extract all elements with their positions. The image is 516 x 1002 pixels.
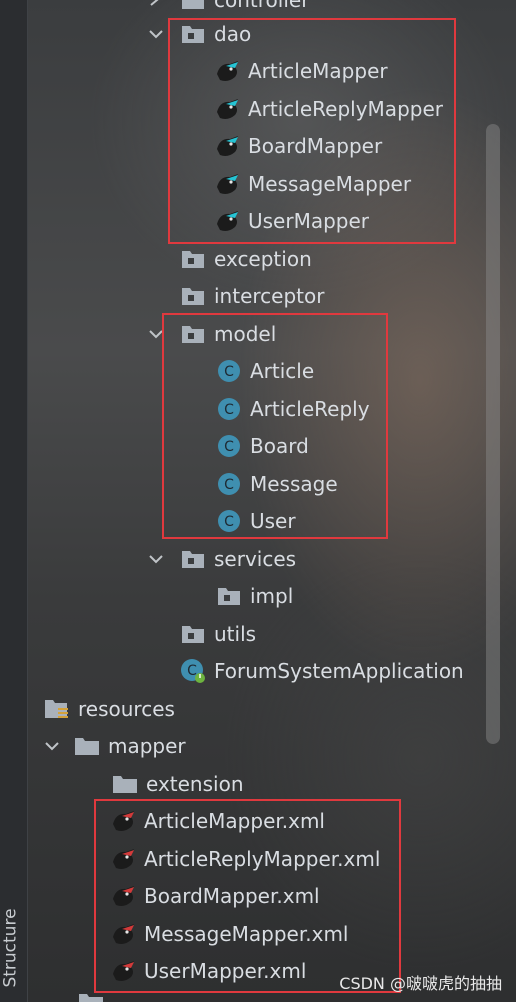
folder-icon bbox=[216, 583, 242, 609]
tree-item-label: BoardMapper bbox=[248, 134, 383, 158]
class-c-icon: C bbox=[216, 471, 242, 497]
spring-boot-app-icon: C bbox=[180, 658, 206, 684]
tree-item-utils[interactable]: utils bbox=[180, 616, 256, 652]
tree-item-mapper-folder[interactable]: mapper bbox=[42, 728, 186, 764]
tree-item-label: ForumSystemApplication bbox=[214, 659, 464, 683]
mybatis-mapper-icon bbox=[214, 208, 240, 234]
tree-item-cut-off-folder[interactable] bbox=[78, 992, 112, 1002]
vertical-scrollbar[interactable] bbox=[486, 124, 500, 744]
folder-icon bbox=[180, 283, 206, 309]
tree-item-messagemapper-xml[interactable]: MessageMapper.xml bbox=[110, 916, 348, 952]
chevron-down-icon[interactable] bbox=[146, 24, 166, 44]
folder-icon bbox=[180, 321, 206, 347]
tree-item-label: ArticleReply bbox=[250, 397, 370, 421]
tree-item-articlereply-class[interactable]: C ArticleReply bbox=[216, 391, 370, 427]
tree-item-message-mapper[interactable]: MessageMapper bbox=[214, 166, 411, 202]
tree-item-label: BoardMapper.xml bbox=[144, 884, 320, 908]
mybatis-mapper-icon bbox=[214, 133, 240, 159]
folder-icon bbox=[180, 21, 206, 47]
tree-item-label: model bbox=[214, 322, 277, 346]
tree-item-label: mapper bbox=[108, 734, 186, 758]
tree-item-label: extension bbox=[146, 772, 244, 796]
folder-icon bbox=[180, 246, 206, 272]
tree-item-model[interactable]: model bbox=[146, 316, 276, 352]
svg-text:C: C bbox=[224, 402, 234, 418]
chevron-right-icon[interactable] bbox=[146, 0, 162, 10]
tree-item-label: ArticleReplyMapper.xml bbox=[144, 847, 381, 871]
structure-tool-tab[interactable]: Structure bbox=[0, 900, 22, 996]
tree-item-forum-system-application[interactable]: C ForumSystemApplication bbox=[180, 653, 464, 689]
svg-text:C: C bbox=[224, 439, 234, 455]
tree-item-label: interceptor bbox=[214, 284, 325, 308]
tree-item-label: utils bbox=[214, 622, 257, 646]
tree-item-resources[interactable]: resources bbox=[44, 691, 175, 727]
mybatis-mapper-icon bbox=[214, 58, 240, 84]
left-tool-strip bbox=[0, 0, 28, 1002]
svg-text:C: C bbox=[224, 477, 234, 493]
tree-item-board-class[interactable]: C Board bbox=[216, 428, 309, 464]
tree-item-label: impl bbox=[250, 584, 294, 608]
folder-icon bbox=[78, 992, 104, 1002]
tree-item-dao[interactable]: dao bbox=[146, 16, 251, 52]
folder-icon bbox=[180, 546, 206, 572]
tree-item-label: ArticleMapper bbox=[248, 59, 388, 83]
tree-item-label: Article bbox=[250, 359, 315, 383]
mybatis-mapper-icon bbox=[214, 96, 240, 122]
tree-item-label: UserMapper bbox=[248, 209, 370, 233]
mybatis-xml-icon bbox=[110, 921, 136, 947]
mybatis-xml-icon bbox=[110, 808, 136, 834]
chevron-down-icon[interactable] bbox=[42, 736, 62, 756]
chevron-down-icon[interactable] bbox=[146, 549, 166, 569]
mybatis-xml-icon bbox=[110, 846, 136, 872]
tree-item-boardmapper-xml[interactable]: BoardMapper.xml bbox=[110, 878, 320, 914]
tree-item-message-class[interactable]: C Message bbox=[216, 466, 338, 502]
mybatis-mapper-icon bbox=[214, 171, 240, 197]
tree-item-exception[interactable]: exception bbox=[180, 241, 312, 277]
tree-item-articlemapper-xml[interactable]: ArticleMapper.xml bbox=[110, 803, 325, 839]
tree-item-label: MessageMapper bbox=[248, 172, 412, 196]
svg-text:C: C bbox=[224, 514, 234, 530]
tree-item-label: User bbox=[250, 509, 296, 533]
folder-icon bbox=[180, 621, 206, 647]
class-c-icon: C bbox=[216, 358, 242, 384]
tree-item-impl[interactable]: impl bbox=[216, 578, 293, 614]
tree-item-label: Message bbox=[250, 472, 338, 496]
tree-item-user-class[interactable]: C User bbox=[216, 503, 296, 539]
class-c-icon: C bbox=[216, 433, 242, 459]
tree-item-article-mapper[interactable]: ArticleMapper bbox=[214, 53, 388, 89]
folder-icon bbox=[112, 771, 138, 797]
tree-item-label: MessageMapper.xml bbox=[144, 922, 349, 946]
class-c-icon: C bbox=[216, 396, 242, 422]
tree-item-board-mapper[interactable]: BoardMapper bbox=[214, 128, 382, 164]
folder-icon bbox=[74, 733, 100, 759]
mybatis-xml-icon bbox=[110, 883, 136, 909]
tree-item-label: Board bbox=[250, 434, 309, 458]
tree-item-label: services bbox=[214, 547, 297, 571]
chevron-down-icon[interactable] bbox=[146, 324, 166, 344]
resources-folder-icon bbox=[44, 696, 70, 722]
tree-item-label: resources bbox=[78, 697, 175, 721]
tree-item-user-mapper[interactable]: UserMapper bbox=[214, 203, 369, 239]
tree-item-article-class[interactable]: C Article bbox=[216, 353, 314, 389]
folder-icon bbox=[180, 0, 206, 13]
tree-item-articlereply-mapper[interactable]: ArticleReplyMapper bbox=[214, 91, 443, 127]
tree-item-extension[interactable]: extension bbox=[112, 766, 244, 802]
tree-item-usermapper-xml[interactable]: UserMapper.xml bbox=[110, 953, 306, 989]
tree-item-label: ArticleMapper.xml bbox=[144, 809, 325, 833]
tree-item-services[interactable]: services bbox=[146, 541, 296, 577]
tree-item-label: controller bbox=[214, 0, 310, 12]
structure-tab-label: Structure bbox=[1, 908, 21, 988]
tree-item-articlereplymapper-xml[interactable]: ArticleReplyMapper.xml bbox=[110, 841, 380, 877]
tree-item-label: exception bbox=[214, 247, 312, 271]
mybatis-xml-icon bbox=[110, 958, 136, 984]
tree-item-label: UserMapper.xml bbox=[144, 959, 307, 983]
tree-item-label: dao bbox=[214, 22, 252, 46]
tree-item-interceptor[interactable]: interceptor bbox=[180, 278, 324, 314]
tree-item-label: ArticleReplyMapper bbox=[248, 97, 443, 121]
class-c-icon: C bbox=[216, 508, 242, 534]
csdn-watermark: CSDN @啵啵虎的抽抽 bbox=[339, 974, 502, 993]
svg-text:C: C bbox=[224, 364, 234, 380]
